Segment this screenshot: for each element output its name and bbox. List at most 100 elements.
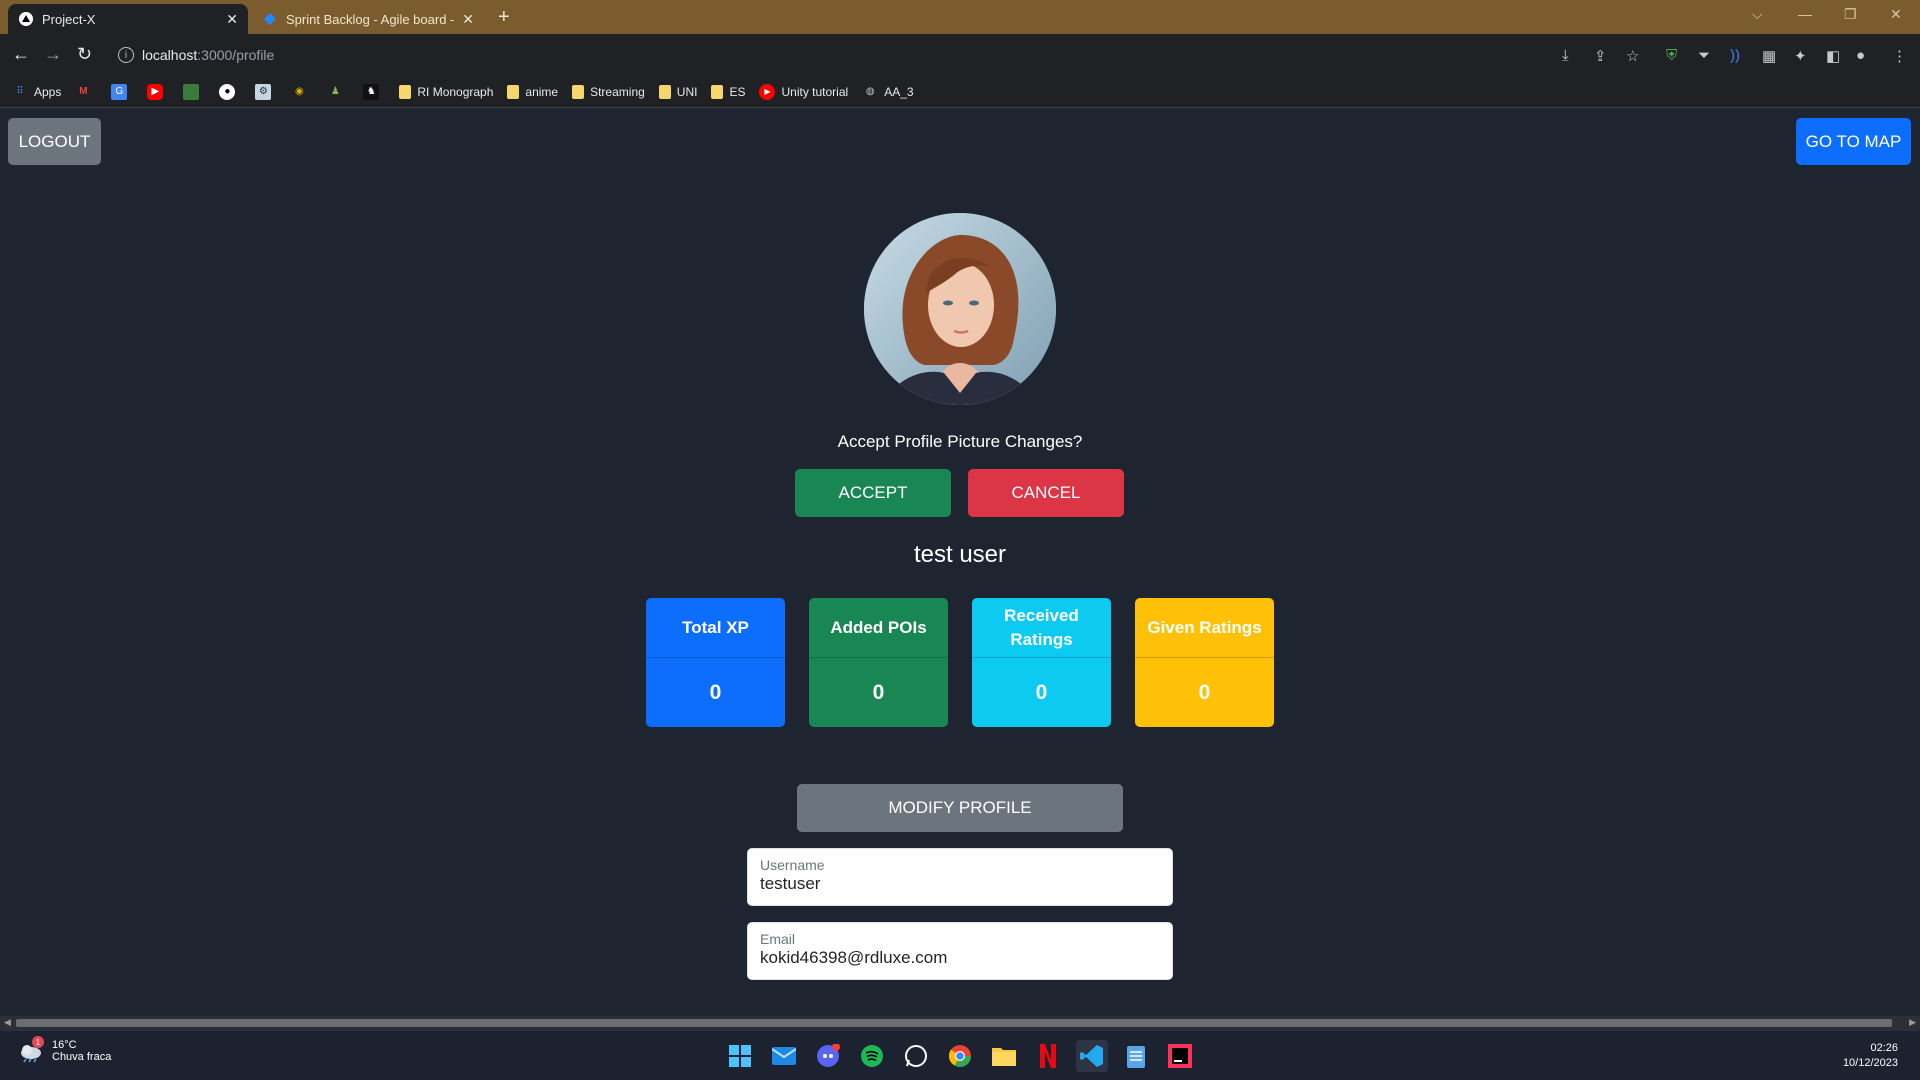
close-window-icon[interactable]: ✕	[1890, 6, 1902, 23]
notepad-icon[interactable]	[1120, 1040, 1152, 1072]
username-input[interactable]: testuser	[760, 874, 1160, 894]
profile-avatar-icon[interactable]: ●	[1856, 47, 1865, 64]
stat-value: 0	[709, 680, 722, 704]
site-info-icon[interactable]: i	[118, 47, 134, 63]
tab-title: Sprint Backlog - Agile board - Ji	[286, 11, 457, 27]
new-tab-icon[interactable]: +	[498, 6, 510, 29]
file-explorer-icon[interactable]	[988, 1040, 1020, 1072]
system-clock[interactable]: 02:26 10/12/2023	[1843, 1041, 1898, 1071]
bookmark-gmail[interactable]: M	[75, 84, 97, 100]
address-bar[interactable]: i localhost:3000/profile	[110, 40, 1550, 70]
extensions-puzzle-icon[interactable]: ✦	[1794, 47, 1807, 65]
bookmark-lichess[interactable]: ♞	[363, 83, 385, 100]
weather-temperature: 16°C	[52, 1039, 77, 1051]
email-input[interactable]: kokid46398@rdluxe.com	[760, 948, 1160, 968]
minimize-icon[interactable]: —	[1798, 6, 1812, 22]
weather-rain-icon: 1	[18, 1036, 44, 1063]
bookmark-star-icon[interactable]: ☆	[1626, 47, 1639, 65]
stat-card-given-ratings: Given Ratings 0	[1135, 598, 1274, 727]
bookmark-es[interactable]: ES	[711, 84, 745, 99]
bookmark-anime[interactable]: anime	[507, 84, 558, 99]
bookmark-label: AA_3	[884, 84, 914, 99]
bookmark-youtube[interactable]: ▶	[147, 83, 169, 100]
folder-icon	[658, 84, 671, 99]
username-field[interactable]: Username testuser	[747, 848, 1173, 906]
email-label: Email	[760, 931, 796, 947]
shield-extension-icon[interactable]: ⛨	[1666, 47, 1677, 64]
stat-value: 0	[1035, 680, 1048, 704]
audio-extension-icon[interactable]: ))	[1730, 47, 1740, 64]
bookmarks-bar: ⠿ Apps M G ▶ ● ⚙ ◉ ♟ ♞ RI Monograph anim…	[0, 76, 1920, 108]
bookmark-label: Apps	[34, 84, 62, 99]
weather-widget[interactable]: 1 16°C Chuva fraca	[18, 1036, 112, 1063]
mail-icon[interactable]	[768, 1040, 800, 1072]
bookmark-label: RI Monograph	[417, 84, 494, 99]
accept-changes-prompt: Accept Profile Picture Changes?	[837, 432, 1083, 451]
bookmark-uni[interactable]: UNI	[658, 84, 698, 99]
translate-icon: G	[111, 83, 128, 100]
jira-favicon-icon	[262, 11, 278, 27]
accept-button[interactable]: ACCEPT	[795, 469, 951, 517]
calendar-icon	[183, 83, 200, 100]
tab-title: Project-X	[42, 11, 96, 27]
install-icon[interactable]: ⤓	[1562, 47, 1569, 64]
chrome-icon[interactable]	[944, 1040, 976, 1072]
youtube-icon: ▶	[759, 83, 776, 100]
bookmark-calendar[interactable]	[183, 83, 205, 100]
windows-start-icon[interactable]	[724, 1040, 756, 1072]
bookmark-github[interactable]: ●	[219, 83, 241, 100]
weather-description: Chuva fraca	[52, 1051, 112, 1063]
stat-label: Given Ratings	[1135, 598, 1274, 658]
stat-card-received-ratings: Received Ratings 0	[972, 598, 1111, 727]
modify-profile-button[interactable]: MODIFY PROFILE	[797, 784, 1123, 832]
spotify-icon[interactable]	[856, 1040, 888, 1072]
scroll-left-arrow-icon[interactable]: ◀	[4, 1017, 11, 1028]
bookmark-aa3[interactable]: ◍ AA_3	[862, 84, 914, 100]
vscode-icon[interactable]	[1076, 1040, 1108, 1072]
filter-extension-icon[interactable]: ⏷	[1698, 47, 1710, 64]
share-icon[interactable]: ⇪	[1594, 47, 1607, 65]
bookmark-chess[interactable]: ♟	[327, 84, 349, 100]
cancel-button[interactable]: CANCEL	[968, 469, 1124, 517]
discord-icon[interactable]	[812, 1040, 844, 1072]
tab-sprint-backlog[interactable]: Sprint Backlog - Agile board - Ji ✕	[252, 4, 484, 34]
back-icon[interactable]: ←	[12, 44, 30, 65]
url-host: localhost	[142, 47, 198, 63]
side-panel-icon[interactable]: ◧	[1826, 47, 1840, 65]
go-to-map-button[interactable]: GO TO MAP	[1796, 118, 1911, 165]
close-tab-icon[interactable]: ✕	[462, 11, 474, 28]
extension-icon[interactable]: ▦	[1762, 47, 1776, 65]
scroll-right-arrow-icon[interactable]: ▶	[1909, 1017, 1916, 1028]
menu-kebab-icon[interactable]: ⋮	[1892, 47, 1907, 65]
bookmark-streaming[interactable]: Streaming	[572, 84, 645, 99]
tab-project-x[interactable]: Project-X ✕	[8, 4, 248, 34]
scrollbar-thumb[interactable]	[16, 1019, 1892, 1027]
stat-card-added-pois: Added POIs 0	[809, 598, 948, 727]
bookmark-steam[interactable]: ⚙	[255, 83, 277, 100]
netflix-icon[interactable]	[1032, 1040, 1064, 1072]
close-tab-icon[interactable]: ✕	[226, 11, 238, 28]
bookmark-ri-monograph[interactable]: RI Monograph	[399, 84, 494, 99]
stat-value: 0	[1198, 680, 1211, 704]
stat-label: Total XP	[646, 598, 785, 658]
bookmark-unity-tutorial[interactable]: ▶ Unity tutorial	[759, 83, 848, 100]
globe-icon: ◍	[865, 86, 875, 97]
bookmark-translate[interactable]: G	[111, 83, 133, 100]
email-field[interactable]: Email kokid46398@rdluxe.com	[747, 922, 1173, 980]
reload-icon[interactable]: ↻	[77, 44, 92, 65]
restore-icon[interactable]: ❐	[1844, 6, 1857, 23]
logout-button[interactable]: LOGOUT	[8, 118, 101, 165]
github-icon: ●	[219, 83, 236, 100]
bookmark-label: UNI	[676, 84, 698, 99]
bookmark-app[interactable]: ◉	[291, 84, 313, 100]
stat-card-total-xp: Total XP 0	[646, 598, 785, 727]
lichess-icon: ♞	[363, 83, 380, 100]
horizontal-scrollbar[interactable]: ◀ ▶	[0, 1016, 1920, 1030]
whatsapp-icon[interactable]	[900, 1040, 932, 1072]
taskbar: 1 16°C Chuva fraca 02:26 10/12/2023	[0, 1030, 1920, 1080]
folder-icon	[399, 84, 412, 99]
forward-icon[interactable]: →	[44, 44, 62, 65]
intellij-icon[interactable]	[1164, 1040, 1196, 1072]
bookmark-apps[interactable]: ⠿ Apps	[12, 84, 61, 100]
tab-search-icon[interactable]: ⌵	[1752, 6, 1763, 23]
